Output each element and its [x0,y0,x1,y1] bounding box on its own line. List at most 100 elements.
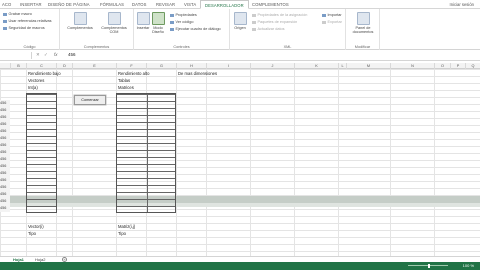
row-value: 456 [0,135,10,142]
com-addins-icon [107,12,121,25]
group-controls: Insertar Modo Diseño Propiedades Ver cód… [134,9,230,50]
addins-button[interactable]: Complementos [66,12,94,30]
tab-formulas[interactable]: FÓRMULAS [100,2,124,7]
refresh-data-label: Actualizar datos [257,27,285,31]
export-label: Exportar [327,20,342,24]
com-addins-label: Complementos COM [101,26,127,35]
relative-references-button[interactable]: Usar referencias relativas [3,19,52,23]
document-panel-button[interactable]: Panel de documentos [348,12,378,34]
row-value: 456 [0,149,10,156]
tab-review[interactable]: REVISAR [156,2,175,7]
properties-button[interactable]: Propiedades [170,13,197,17]
macro-security-button[interactable]: Seguridad de macros [3,26,45,30]
com-addins-button[interactable]: Complementos COM [98,12,130,34]
matrix-table[interactable] [116,93,176,213]
vector-table[interactable] [26,93,57,213]
ribbon-tabs: ACO INSERTAR DISEÑO DE PÁGINA FÓRMULAS D… [0,0,480,9]
function-icon[interactable]: fx [54,52,58,57]
row-value: 456 [0,205,10,212]
vector-label[interactable]: Vector(i) [28,224,44,229]
group-modify-label: Modificar [354,45,371,49]
expansion-packs-icon [252,20,256,24]
run-dialog-label: Ejecutar cuadro de diálogo [175,27,221,31]
map-properties-button[interactable]: Propiedades de la asignación [252,13,307,17]
gridline [72,69,73,256]
warning-icon [3,26,7,30]
gridline [338,69,339,256]
cell-h1[interactable]: De mas dimensiones [178,71,217,76]
tab-home[interactable]: ACO [2,2,11,7]
toolbox-icon [136,12,150,25]
name-box[interactable] [0,52,32,59]
group-code-label: Código [23,45,36,49]
sign-in-link[interactable]: Iniciar sesión [450,2,474,7]
matrix-label[interactable]: Matriz(i,j) [118,224,135,229]
tab-insert[interactable]: INSERTAR [20,2,42,7]
cell-c2[interactable]: Vectores [28,78,44,83]
gridline [390,69,391,256]
properties-label: Propiedades [175,13,197,17]
design-mode-icon [151,12,165,25]
row-value: 456 [0,177,10,184]
insert-control-button[interactable]: Insertar [136,12,150,30]
insert-control-label: Insertar [136,26,150,30]
row-value: 456 [0,107,10,114]
gridline [176,69,177,256]
row-value: 456 [0,100,10,107]
gridline [434,69,435,256]
cell-f2[interactable]: Tablas [118,78,130,83]
row-value: 456 [0,198,10,205]
cell-c3[interactable]: Int(a) [28,85,38,90]
zoom-slider-handle[interactable] [428,263,430,268]
tab-developer[interactable]: DESARROLLADOR [200,0,249,9]
cancel-icon[interactable]: ✕ [36,52,40,58]
code-icon [170,20,174,24]
selected-row-band [0,203,480,207]
xml-source-button[interactable]: Origen [232,12,248,30]
matrix-type-label[interactable]: Tipo [118,231,126,236]
export-icon [322,20,326,24]
cell-f3[interactable]: Matrices [118,85,134,90]
formula-bar: ✕ ✓ fx 456 [0,50,480,61]
tab-view[interactable]: VISTA [184,2,196,7]
expansion-packs-button[interactable]: Paquetes de expansión [252,20,297,24]
dialog-icon [170,27,174,31]
row-value: 456 [0,142,10,149]
view-code-button[interactable]: Ver código [170,20,193,24]
cell-c1[interactable]: Rendimiento bajo [28,71,61,76]
document-panel-label: Panel de documentos [352,26,374,35]
zoom-level[interactable]: 100 % [463,263,474,268]
import-icon [322,13,326,17]
group-xml: Origen Propiedades de la asignación Paqu… [230,9,346,50]
gridline [250,69,251,256]
cell-f1[interactable]: Rendimiento alto [118,71,149,76]
design-mode-label: Modo Diseño [152,26,164,35]
relative-references-label: Usar referencias relativas [8,19,52,23]
vector-type-label[interactable]: Tipo [28,231,36,236]
gridline [294,69,295,256]
comenzar-button[interactable]: Comenzar [74,95,106,105]
group-xml-label: XML [283,45,292,49]
formula-input[interactable]: 456 [68,52,76,57]
export-button[interactable]: Exportar [322,20,342,24]
record-macro-button[interactable]: Grabar macro [3,12,32,16]
enter-icon[interactable]: ✓ [44,52,48,58]
tab-page-layout[interactable]: DISEÑO DE PÁGINA [48,2,90,7]
tab-data[interactable]: DATOS [132,2,147,7]
refresh-icon [252,27,256,31]
import-label: Importar [327,13,342,17]
run-dialog-button[interactable]: Ejecutar cuadro de diálogo [170,27,221,31]
row-value: 456 [0,114,10,121]
addins-icon [73,12,87,25]
group-addins: Complementos Complementos COM Complement… [60,9,134,50]
relative-icon [3,19,7,23]
tab-addins[interactable]: COMPLEMENTOS [252,2,289,7]
import-button[interactable]: Importar [322,13,342,17]
refresh-data-button[interactable]: Actualizar datos [252,27,285,31]
design-mode-button[interactable]: Modo Diseño [151,12,165,34]
view-code-label: Ver código [175,20,194,24]
record-macro-label: Grabar macro [8,12,32,16]
macro-security-label: Seguridad de macros [8,26,45,30]
xml-source-label: Origen [234,26,246,30]
document-panel-icon [356,12,370,25]
